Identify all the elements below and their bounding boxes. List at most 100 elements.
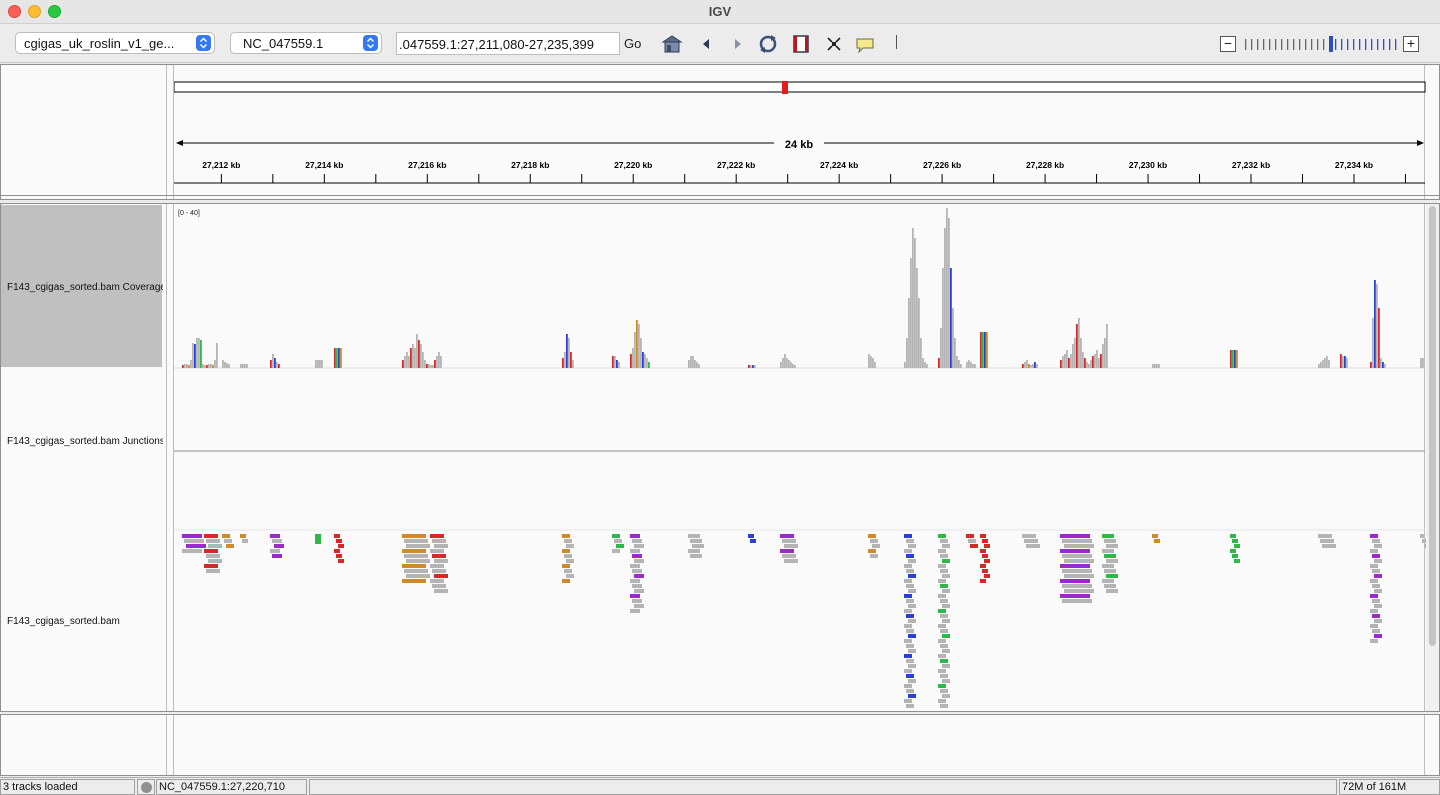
alignment-read (406, 544, 430, 548)
chromosome-ideogram[interactable] (173, 81, 1426, 93)
alignment-read (908, 574, 916, 578)
alignment-read (690, 539, 702, 543)
alignment-read (1062, 584, 1092, 588)
alignment-read (1026, 544, 1040, 548)
coverage-bar (1102, 344, 1104, 368)
alignment-read (1060, 594, 1090, 598)
alignment-read (872, 544, 880, 548)
junction-track-label[interactable]: F143_cgigas_sorted.bam Junctions (7, 436, 163, 447)
alignment-read (1372, 599, 1380, 603)
coverage-bar (418, 340, 420, 368)
alignment-read (906, 539, 914, 543)
zoom-slider-thumb (1329, 36, 1333, 52)
alignment-read (908, 634, 916, 638)
coverage-bar (184, 364, 186, 368)
alignment-read (432, 554, 446, 558)
region-of-interest-icon[interactable] (790, 33, 812, 55)
alignment-read (940, 584, 948, 588)
ruler-area[interactable]: 24 kb 27,212 kb 27,214 kb 27,216 kb 27,218 … (173, 65, 1426, 199)
back-arrow-icon[interactable] (696, 33, 718, 55)
genome-dropdown[interactable]: cgigas_uk_roslin_v1_ge... (15, 32, 215, 54)
current-region-marker (782, 81, 788, 94)
alignment-read (1374, 544, 1382, 548)
coverage-bar (692, 356, 694, 368)
ruler-tick-label: 27,234 kb (1335, 160, 1373, 170)
alignment-read (1318, 534, 1332, 538)
alignment-read (562, 564, 570, 568)
coverage-bar (950, 268, 952, 368)
alignment-read (632, 584, 642, 588)
alignment-read (404, 554, 428, 558)
alignment-read (634, 559, 644, 563)
zoom-tick (1377, 39, 1379, 50)
forward-arrow-icon[interactable] (727, 33, 749, 55)
alignment-read (614, 539, 622, 543)
alignment-read (430, 579, 444, 583)
coverage-bar (1036, 364, 1038, 368)
feature-data-area[interactable] (173, 715, 1425, 775)
alignment-read (566, 574, 574, 578)
alignment-read (940, 614, 948, 618)
track-name-column: F143_cgigas_sorted.bam Coverage F143_cgi… (1, 204, 167, 711)
coverage-bar (1022, 364, 1024, 368)
track-data-area[interactable]: [0 - 40] (173, 204, 1428, 711)
coverage-bar (1072, 344, 1074, 368)
alignment-read (1372, 614, 1380, 618)
alignment-read (904, 609, 912, 613)
alignment-read (1374, 634, 1382, 638)
home-icon[interactable] (661, 33, 683, 55)
coverage-bar (568, 338, 570, 368)
alignment-read (868, 534, 876, 538)
alignment-read (1102, 564, 1114, 568)
coverage-bar (952, 308, 954, 368)
feature-name-column (1, 715, 167, 775)
alignment-read (906, 659, 914, 663)
coverage-track-label[interactable]: F143_cgigas_sorted.bam Coverage (7, 282, 163, 293)
alignment-read (1374, 589, 1382, 593)
coverage-bar (748, 365, 750, 368)
zoom-out-button[interactable]: − (1220, 36, 1236, 52)
alignment-read (908, 694, 916, 698)
resize-to-window-icon[interactable] (823, 33, 845, 55)
memory-status[interactable]: 72M of 161M (1339, 779, 1440, 795)
go-button[interactable]: Go (624, 36, 641, 51)
alignment-read (938, 669, 946, 673)
chromosome-dropdown[interactable]: NC_047559.1 (230, 32, 382, 54)
locus-input[interactable]: .047559.1:27,211,080-27,235,399 (396, 32, 620, 55)
coverage-bar (1230, 350, 1232, 368)
coverage-bar (240, 364, 242, 368)
coverage-bar (1370, 362, 1372, 368)
coverage-bar (1154, 364, 1156, 368)
alignment-read (938, 549, 946, 553)
coverage-bar (410, 348, 412, 368)
popup-info-icon[interactable] (854, 33, 876, 55)
tracks-scrollbar[interactable] (1426, 204, 1439, 711)
alignment-track-label[interactable]: F143_cgigas_sorted.bam (7, 616, 163, 627)
coverage-bar (784, 354, 786, 368)
alignment-read (942, 574, 950, 578)
coverage-bar (436, 356, 438, 368)
coverage-bar (566, 334, 568, 368)
alignment-read (942, 679, 950, 683)
refresh-icon[interactable] (757, 33, 779, 55)
coverage-bar (564, 352, 566, 368)
alignment-read (784, 544, 798, 548)
coverage-bar (790, 362, 792, 368)
alignment-read (204, 549, 218, 553)
coverage-bar (315, 360, 317, 368)
ruler-tick-label: 27,228 kb (1026, 160, 1064, 170)
alignment-read (206, 539, 220, 543)
zoom-in-button[interactable]: + (1403, 36, 1419, 52)
alignment-read (750, 539, 756, 543)
tracks-scrollbar-thumb[interactable] (1429, 206, 1436, 646)
alignment-read (1062, 554, 1092, 558)
toolbar-separator (896, 35, 897, 49)
alignment-read (634, 574, 644, 578)
coverage-bar (278, 364, 280, 368)
coverage-bar (244, 364, 246, 368)
coverage-bar (190, 360, 192, 368)
coverage-bar (1376, 284, 1378, 368)
zoom-slider[interactable] (1243, 36, 1398, 52)
alignment-read (904, 639, 912, 643)
alignment-read (182, 549, 202, 553)
